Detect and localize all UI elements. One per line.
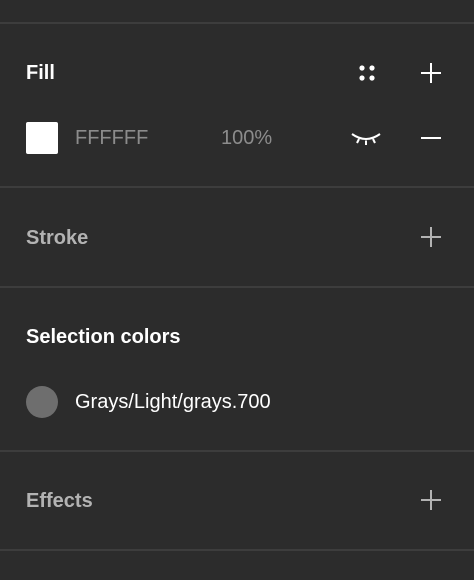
four-dots-style-icon <box>359 65 375 81</box>
fill-color-swatch[interactable] <box>26 122 58 154</box>
plus-icon <box>421 227 441 247</box>
plus-icon <box>421 63 441 83</box>
divider-stroke-selection <box>0 286 474 288</box>
divider-fill-stroke <box>0 186 474 188</box>
divider-selection-effects <box>0 450 474 452</box>
selection-color-style-name[interactable]: Grays/Light/grays.700 <box>75 390 271 414</box>
divider-top <box>0 22 474 24</box>
effects-title: Effects <box>26 490 93 512</box>
plus-icon <box>421 490 441 510</box>
minus-icon <box>421 137 441 139</box>
eye-closed-icon <box>351 133 381 145</box>
add-effect-button[interactable] <box>415 484 447 516</box>
add-fill-button[interactable] <box>415 57 447 89</box>
add-stroke-button[interactable] <box>415 221 447 253</box>
stroke-title: Stroke <box>26 227 89 249</box>
selection-colors-title: Selection colors <box>26 326 181 348</box>
selection-color-swatch[interactable] <box>26 386 58 418</box>
fill-styles-button[interactable] <box>351 57 383 89</box>
fill-opacity-input[interactable] <box>221 124 301 152</box>
divider-bottom <box>0 549 474 551</box>
fill-hex-input[interactable] <box>75 124 195 152</box>
fill-title: Fill <box>26 62 55 84</box>
fill-visibility-toggle[interactable] <box>350 122 382 154</box>
remove-fill-button[interactable] <box>415 122 447 154</box>
